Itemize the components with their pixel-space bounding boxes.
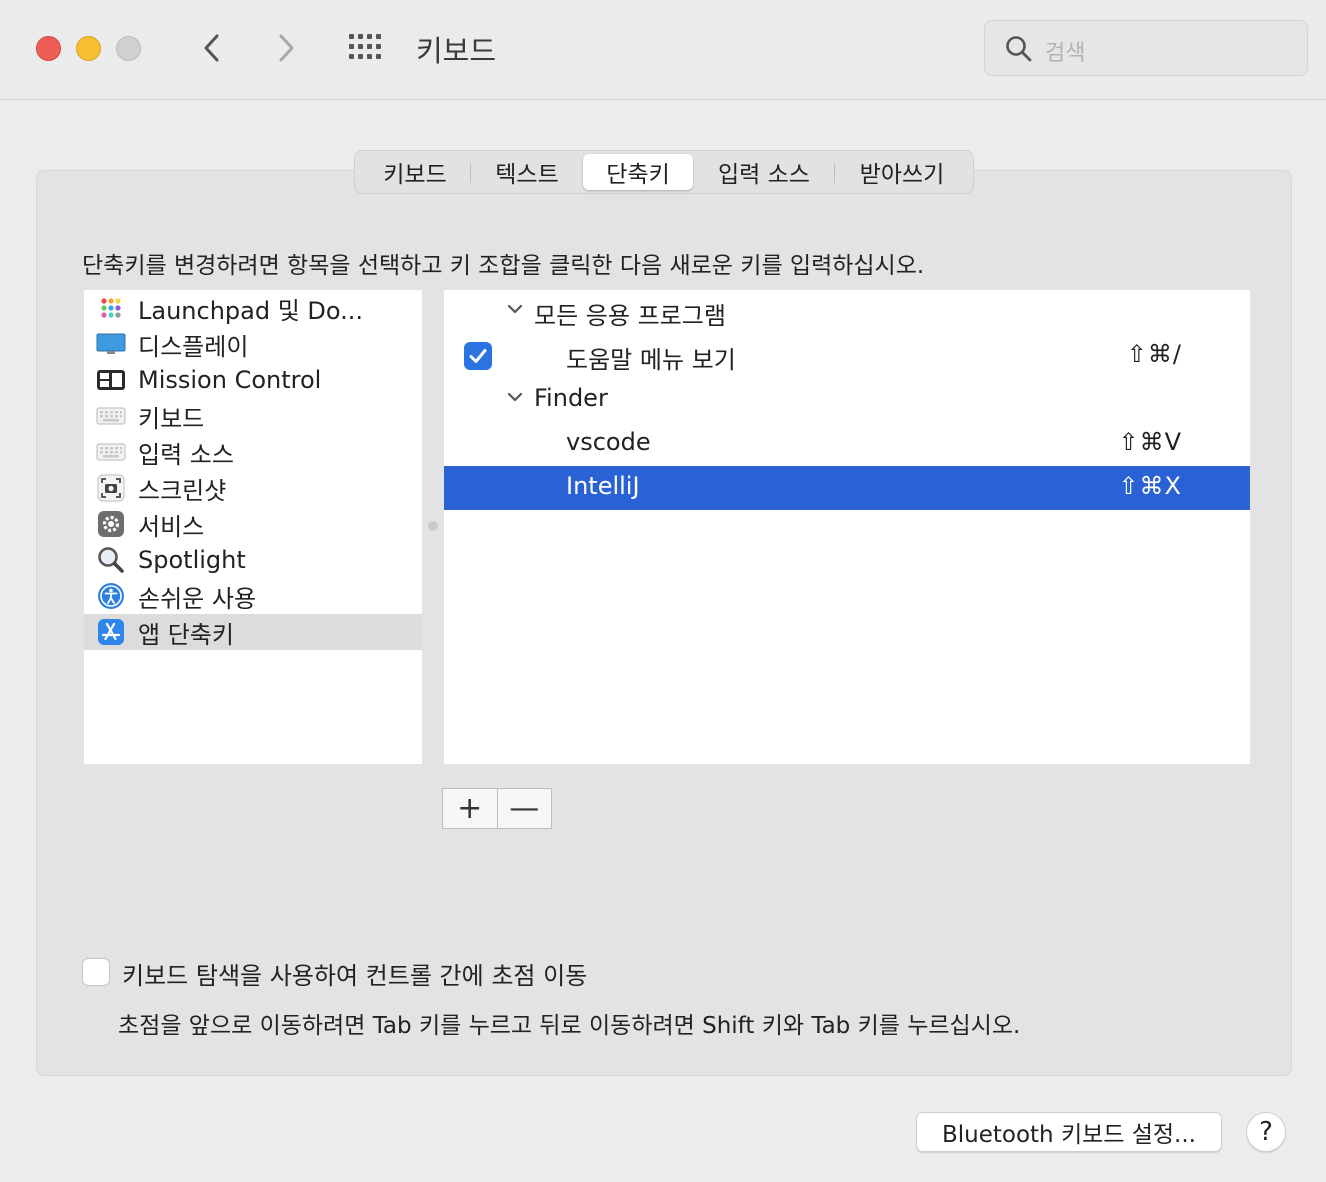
tab-keyboard[interactable]: 키보드 — [359, 154, 471, 190]
search-field[interactable]: 검색 — [984, 20, 1308, 76]
search-placeholder: 검색 — [1045, 41, 1086, 66]
title-bar: 키보드 검색 — [0, 0, 1326, 100]
keyboard-navigation-checkbox[interactable] — [82, 958, 110, 986]
mission-control-icon — [96, 365, 126, 395]
category-item-launchpad[interactable]: Launchpad 및 Do... — [84, 290, 422, 326]
group-label: Finder — [534, 384, 608, 412]
search-icon — [1006, 36, 1032, 62]
chevron-right-icon — [279, 34, 294, 62]
split-handle[interactable] — [428, 521, 438, 531]
tab-shortcuts[interactable]: 단축키 — [583, 154, 693, 190]
forward-button[interactable] — [266, 28, 306, 68]
category-label: 손쉬운 사용 — [138, 584, 257, 613]
add-shortcut-button[interactable]: + — [443, 789, 498, 828]
tab-bar: 키보드 텍스트 단축키 입력 소스 받아쓰기 — [354, 150, 974, 194]
shortcut-group-finder[interactable]: Finder — [444, 378, 1250, 422]
shortcut-label: 도움말 메뉴 보기 — [566, 346, 736, 374]
shortcut-keys[interactable]: ⇧⌘/ — [1127, 340, 1182, 368]
accessibility-icon — [96, 581, 126, 611]
keyboard-icon — [96, 437, 126, 467]
chevron-down-icon — [507, 392, 523, 402]
category-item-mission-control[interactable]: Mission Control — [84, 362, 422, 398]
category-label: 디스플레이 — [138, 332, 249, 361]
group-label: 모든 응용 프로그램 — [534, 302, 726, 330]
display-icon — [96, 329, 126, 359]
category-item-input-sources[interactable]: 입력 소스 — [84, 434, 422, 470]
tab-dictation[interactable]: 받아쓰기 — [835, 154, 969, 190]
chevron-left-icon — [204, 34, 219, 62]
shortcut-row-help-menu[interactable]: 도움말 메뉴 보기 ⇧⌘/ — [444, 334, 1250, 378]
shortcut-keys[interactable]: ⇧⌘V — [1118, 428, 1182, 456]
launchpad-icon — [96, 293, 126, 323]
category-item-screenshot[interactable]: 스크린샷 — [84, 470, 422, 506]
checkmark-icon — [469, 349, 487, 363]
shortcut-keys[interactable]: ⇧⌘X — [1118, 472, 1182, 500]
window-title: 키보드 — [416, 34, 497, 68]
zoom-window-button[interactable] — [116, 36, 141, 61]
remove-shortcut-button[interactable]: — — [498, 789, 552, 828]
app-store-icon — [96, 617, 126, 647]
category-label: 앱 단축키 — [138, 620, 234, 649]
category-label: 서비스 — [138, 512, 205, 541]
category-item-app-shortcuts[interactable]: 앱 단축키 — [84, 614, 422, 650]
keyboard-navigation-note: 초점을 앞으로 이동하려면 Tab 키를 누르고 뒤로 이동하려면 Shift … — [118, 1013, 1021, 1039]
category-label: Mission Control — [138, 366, 322, 394]
enabled-checkbox[interactable] — [464, 342, 492, 370]
category-label: Launchpad 및 Do... — [138, 296, 364, 325]
shortcut-list: 모든 응용 프로그램 도움말 메뉴 보기 ⇧⌘/ Finder vscode ⇧… — [444, 290, 1250, 764]
category-label: 입력 소스 — [138, 440, 234, 469]
category-label: Spotlight — [138, 546, 246, 574]
back-button[interactable] — [192, 28, 232, 68]
tab-input-sources[interactable]: 입력 소스 — [693, 154, 835, 190]
chevron-down-icon — [507, 304, 523, 314]
keyboard-navigation-label[interactable]: 키보드 탐색을 사용하여 컨트롤 간에 초점 이동 — [122, 956, 587, 991]
close-window-button[interactable] — [36, 36, 61, 61]
category-item-accessibility[interactable]: 손쉬운 사용 — [84, 578, 422, 614]
category-list: Launchpad 및 Do... 디스플레이 Mission Control … — [84, 290, 422, 764]
keyboard-icon — [96, 401, 126, 431]
category-label: 키보드 — [138, 404, 205, 433]
minimize-window-button[interactable] — [76, 36, 101, 61]
shortcut-label: vscode — [566, 428, 651, 456]
category-item-services[interactable]: 서비스 — [84, 506, 422, 542]
instruction-text: 단축키를 변경하려면 항목을 선택하고 키 조합을 클릭한 다음 새로운 키를 … — [82, 253, 925, 279]
shortcut-row-intellij[interactable]: IntelliJ ⇧⌘X — [444, 466, 1250, 510]
shortcut-label: IntelliJ — [566, 472, 640, 500]
category-item-keyboard[interactable]: 키보드 — [84, 398, 422, 434]
category-item-spotlight[interactable]: Spotlight — [84, 542, 422, 578]
category-item-display[interactable]: 디스플레이 — [84, 326, 422, 362]
category-label: 스크린샷 — [138, 476, 227, 505]
shortcut-row-vscode[interactable]: vscode ⇧⌘V — [444, 422, 1250, 466]
tab-text[interactable]: 텍스트 — [471, 154, 583, 190]
shortcut-group-all-apps[interactable]: 모든 응용 프로그램 — [444, 290, 1250, 334]
bluetooth-keyboard-setup-button[interactable]: Bluetooth 키보드 설정... — [916, 1112, 1222, 1152]
gear-icon — [96, 509, 126, 539]
magnifier-icon — [96, 545, 126, 575]
add-remove-control: + — — [442, 788, 552, 829]
grid-icon — [349, 34, 381, 59]
help-button[interactable]: ? — [1246, 1112, 1286, 1152]
show-all-button[interactable] — [346, 30, 388, 64]
screenshot-icon — [96, 473, 126, 503]
